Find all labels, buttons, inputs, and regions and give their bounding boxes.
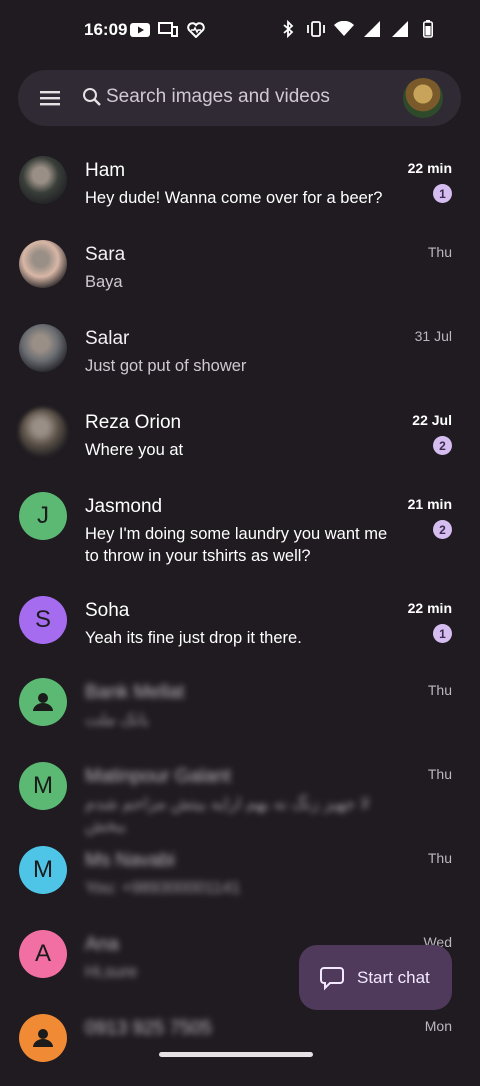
message-time: 22 min [407, 160, 452, 176]
conversation-item[interactable]: Ham Hey dude! Wanna come over for a beer?… [0, 144, 480, 228]
contact-avatar[interactable]: S [19, 596, 67, 644]
contact-avatar[interactable] [19, 1014, 67, 1062]
unread-badge: 1 [433, 624, 452, 643]
contact-name: Ana [85, 934, 119, 955]
contact-name: Bank Mellat [85, 682, 185, 703]
message-time: Thu [427, 244, 452, 260]
message-time: 31 Jul [414, 328, 452, 344]
conversation-item[interactable]: Sara Baya Thu [0, 228, 480, 312]
start-chat-label: Start chat [357, 967, 430, 987]
contact-avatar[interactable] [19, 678, 67, 726]
bluetooth-icon [278, 20, 298, 38]
conversation-item[interactable]: Salar Just got put of shower 31 Jul [0, 312, 480, 396]
contact-avatar[interactable] [19, 408, 67, 456]
contact-name: Reza Orion [85, 412, 182, 433]
chat-bubble-icon [319, 965, 345, 991]
signal-icon [362, 20, 382, 38]
status-bar: 16:09 [0, 0, 480, 60]
message-snippet: Hey dude! Wanna come over for a beer? [85, 189, 383, 207]
contact-avatar[interactable] [19, 324, 67, 372]
contact-avatar[interactable]: J [19, 492, 67, 540]
conversation-item[interactable]: Reza Orion Where you at 22 Jul 2 [0, 396, 480, 480]
contact-avatar[interactable]: M [19, 762, 67, 810]
person-icon [33, 693, 53, 711]
message-snippet: You: +989300001141 [85, 879, 241, 897]
message-snippet: لا جهیز زنگ نه بهم ارایه بیتش مزاحم شدم … [85, 795, 370, 835]
vibrate-icon [306, 20, 326, 38]
message-time: 22 Jul [412, 412, 452, 428]
contact-name: Matinpour Galant [85, 766, 231, 787]
message-snippet: Just got put of shower [85, 357, 247, 375]
conversation-item[interactable]: M Ms Navabi You: +989300001141 Thu [0, 834, 480, 918]
signal-icon [390, 20, 410, 38]
status-right-icons [278, 20, 438, 38]
contact-avatar[interactable] [19, 240, 67, 288]
search-bar[interactable]: Search images and videos [18, 70, 461, 126]
message-snippet: Yeah its fine just drop it there. [85, 629, 302, 647]
conversation-item[interactable]: M Matinpour Galant لا جهیز زنگ نه بهم ارای… [0, 750, 480, 835]
conversation-item[interactable]: J Jasmond Hey I'm doing some laundry you w… [0, 480, 480, 565]
contact-name: Ms Navabi [85, 850, 175, 871]
message-snippet: بانک ملت [85, 711, 150, 729]
contact-name: Salar [85, 328, 130, 349]
conversation-item[interactable]: Bank Mellat بانک ملت Thu [0, 666, 480, 750]
message-time: Mon [424, 1018, 452, 1034]
contact-name: Jasmond [85, 496, 163, 517]
unread-badge: 2 [433, 436, 452, 455]
message-snippet: Where you at [85, 441, 184, 459]
wifi-icon [334, 20, 354, 38]
conversation-item[interactable]: S Soha Yeah its fine just drop it there. 22… [0, 584, 480, 668]
contact-name: Sara [85, 244, 126, 265]
status-left-icons [130, 21, 206, 39]
unread-badge: 2 [433, 520, 452, 539]
message-snippet: Baya [85, 273, 123, 291]
status-time: 16:09 [84, 20, 128, 39]
message-time: Thu [427, 682, 452, 698]
search-icon [82, 87, 104, 109]
battery-icon [418, 20, 438, 38]
message-time: Thu [427, 766, 452, 782]
unread-badge: 1 [433, 184, 452, 203]
contact-name: 0913 925 7505 [85, 1018, 212, 1039]
person-icon [33, 1029, 53, 1047]
message-time: Thu [427, 850, 452, 866]
contact-name: Soha [85, 600, 130, 621]
menu-icon[interactable] [38, 86, 62, 110]
contact-avatar[interactable] [19, 156, 67, 204]
contact-name: Ham [85, 160, 126, 181]
start-chat-button[interactable]: Start chat [299, 945, 452, 1010]
cast-icon [158, 21, 178, 39]
search-input[interactable]: Search images and videos [106, 86, 330, 108]
account-avatar[interactable] [403, 78, 443, 118]
home-indicator[interactable] [159, 1052, 313, 1057]
message-time: 22 min [407, 600, 452, 616]
contact-avatar[interactable]: A [19, 930, 67, 978]
health-icon [186, 21, 206, 39]
youtube-icon [130, 21, 150, 39]
contact-avatar[interactable]: M [19, 846, 67, 894]
conversation-item[interactable]: 0913 925 7505 Mon [0, 1002, 480, 1086]
message-time: 21 min [407, 496, 452, 512]
message-snippet: Hey I'm doing some laundry you want me t… [85, 525, 388, 565]
